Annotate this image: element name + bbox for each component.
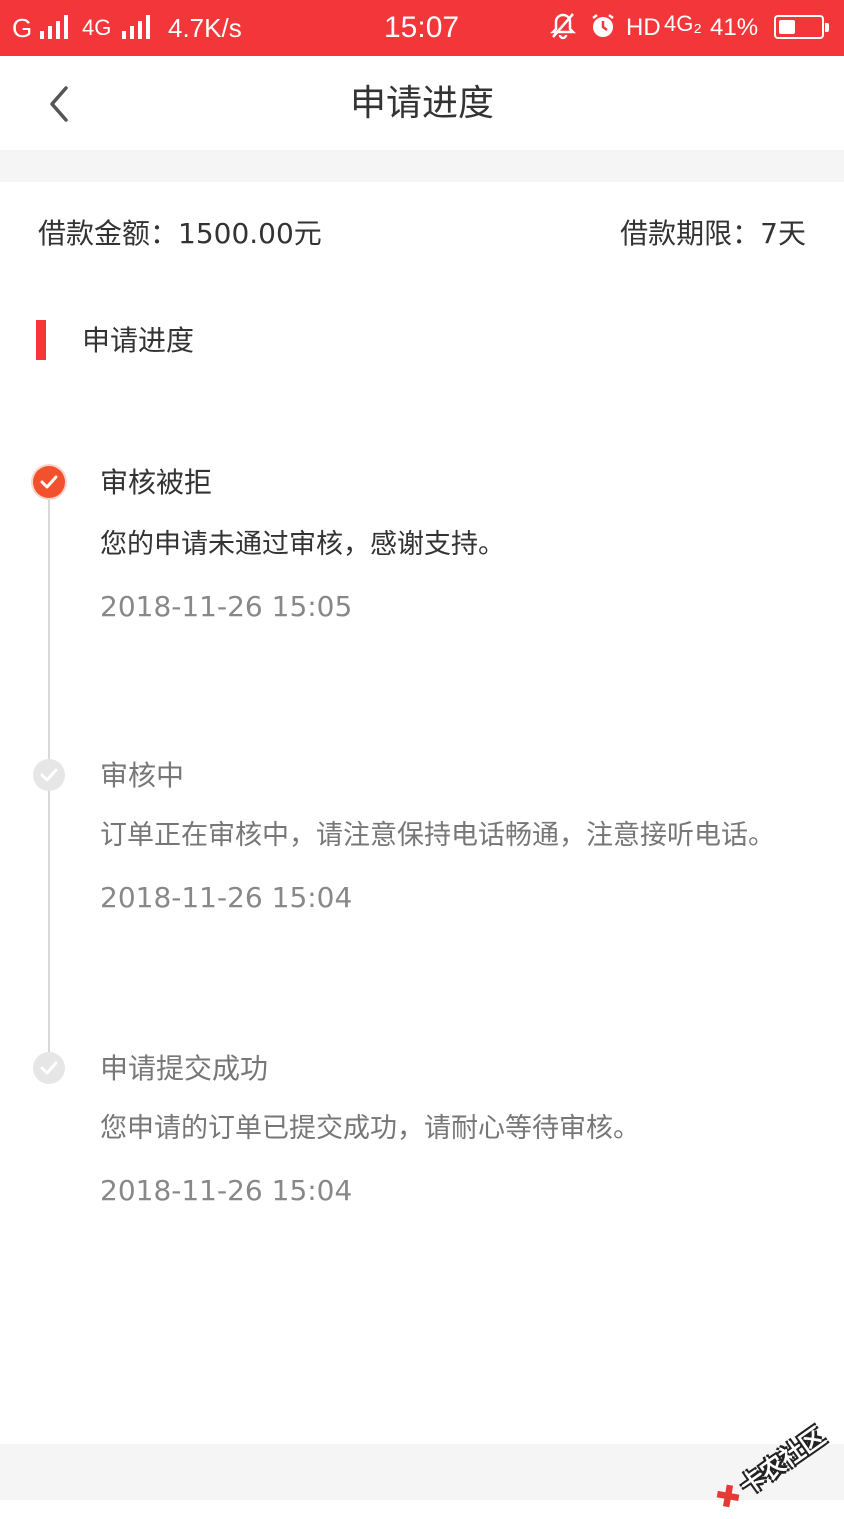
signal-icon-2 (118, 12, 154, 44)
network-label-2: 4G₂ (664, 11, 702, 36)
page-title: 申请进度 (349, 83, 494, 124)
loan-term: 借款期限：7天 (620, 217, 806, 250)
step-title: 审核被拒 (100, 466, 213, 499)
step-title: 审核中 (100, 759, 185, 792)
mute-bell-icon (549, 12, 577, 47)
carrier-label: G (12, 13, 33, 43)
check-circle-icon (33, 1052, 65, 1084)
step-description: 订单正在审核中，请注意保持电话畅通，注意接听电话。 (100, 820, 775, 851)
check-circle-icon (33, 759, 65, 791)
signal-icon (36, 12, 72, 44)
timeline-item: 审核中 订单正在审核中，请注意保持电话畅通，注意接听电话。 2018-11-26… (100, 756, 810, 918)
alarm-clock-icon (590, 12, 616, 47)
status-bar: G 4G 4.7K/s 15:07 HD 4G₂ 41% (0, 0, 844, 56)
network-label: 4G (82, 15, 112, 40)
step-description: 您申请的订单已提交成功，请耐心等待审核。 (100, 1113, 640, 1144)
battery-icon (774, 15, 829, 39)
section-accent-bar (36, 320, 46, 360)
loan-amount: 借款金额：1500.00元 (38, 217, 322, 250)
timeline-connector (48, 498, 50, 760)
nav-bar: 申请进度 (0, 56, 844, 150)
battery-percent: 41% (710, 14, 759, 41)
timeline-item: 审核被拒 您的申请未通过审核，感谢支持。 2018-11-26 15:05 (100, 463, 810, 627)
network-speed: 4.7K/s (168, 13, 242, 43)
step-title: 申请提交成功 (100, 1052, 269, 1085)
check-circle-icon (33, 466, 65, 498)
step-time: 2018-11-26 15:04 (100, 881, 353, 914)
clock: 15:07 (384, 11, 460, 44)
section-divider (0, 150, 844, 182)
timeline-connector (48, 790, 50, 1052)
step-time: 2018-11-26 15:05 (100, 590, 353, 623)
timeline-item: 申请提交成功 您申请的订单已提交成功，请耐心等待审核。 2018-11-26 1… (100, 1049, 810, 1211)
step-time: 2018-11-26 15:04 (100, 1174, 353, 1207)
section-title: 申请进度 (82, 324, 195, 357)
step-description: 您的申请未通过审核，感谢支持。 (100, 529, 505, 560)
hd-label: HD (626, 14, 661, 41)
